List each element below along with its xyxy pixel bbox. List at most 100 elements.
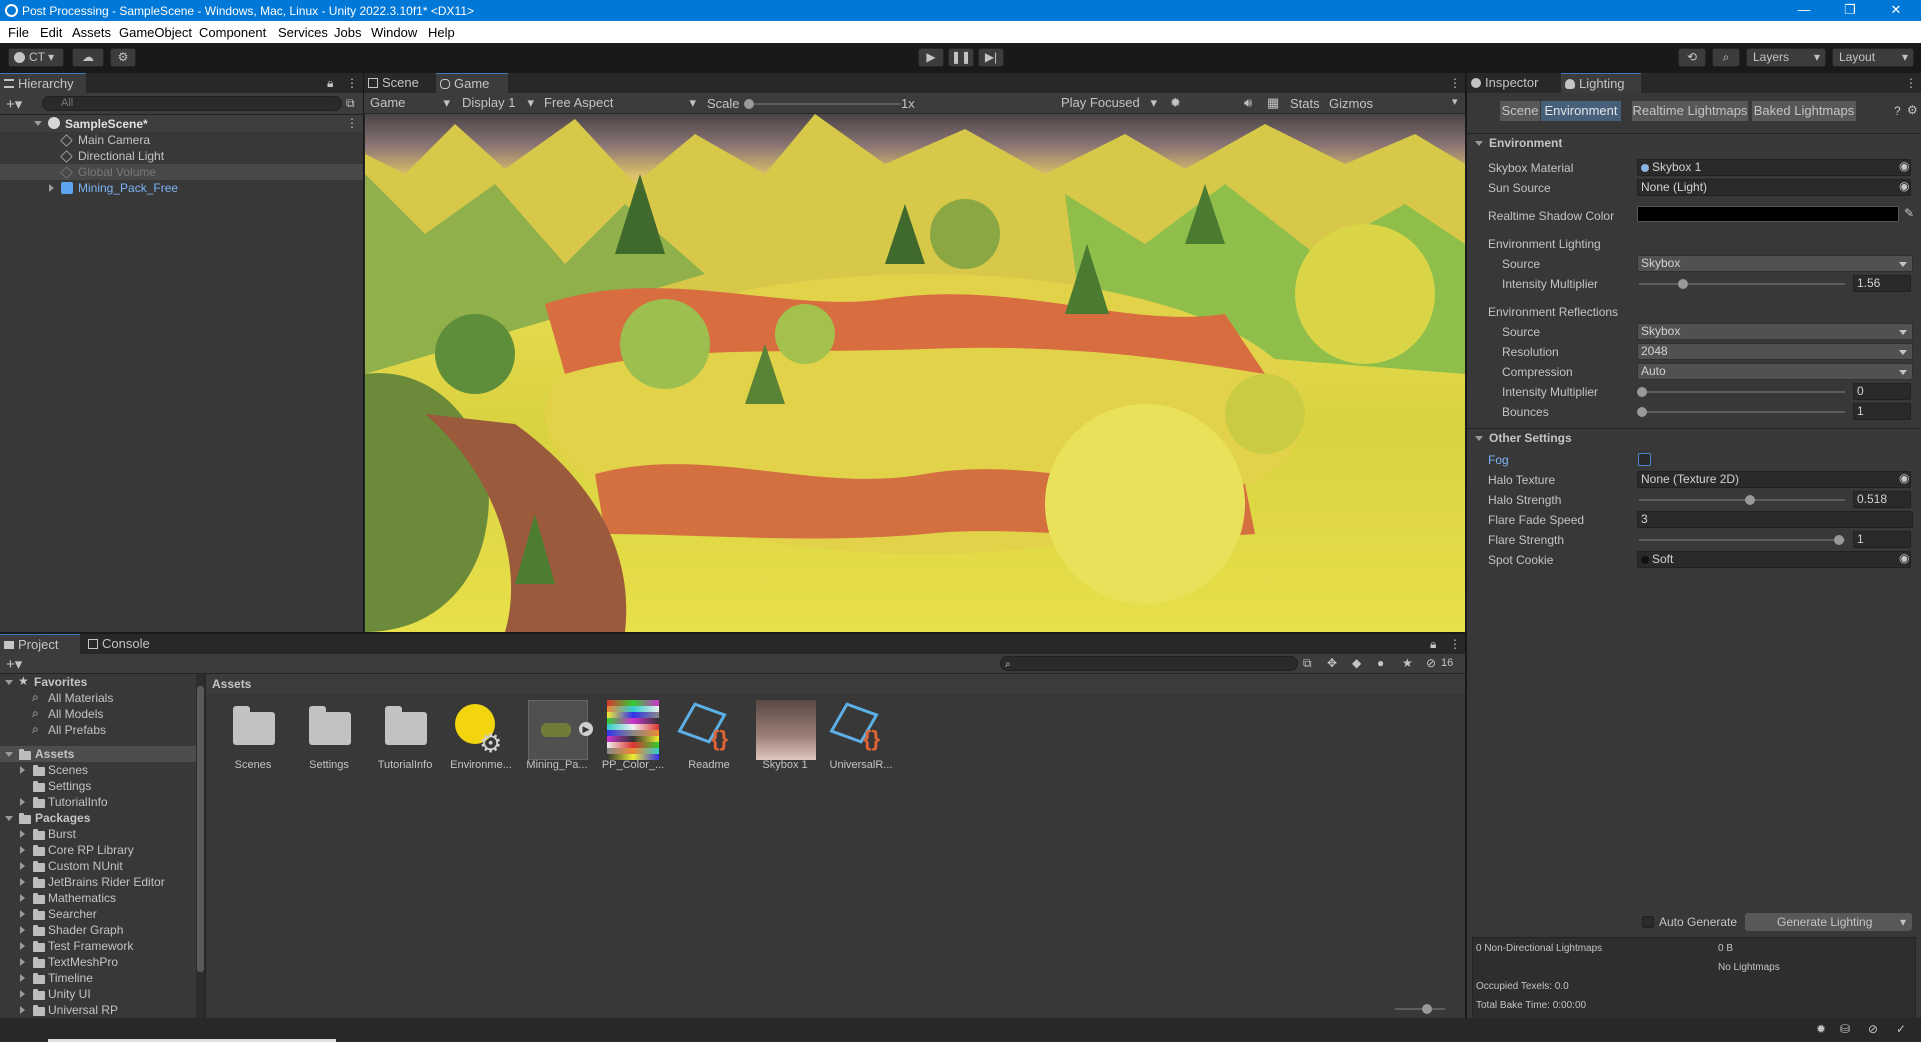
game-view-dropdown[interactable]: Game ▾ xyxy=(366,95,454,111)
tab-game[interactable]: Game xyxy=(436,73,508,93)
aspect-dropdown[interactable]: Free Aspect ▾ xyxy=(540,95,700,111)
tree-item[interactable]: JetBrains Rider Editor xyxy=(0,874,196,890)
tree-item[interactable]: Scenes xyxy=(0,762,196,778)
resolution-dropdown[interactable]: 2048 xyxy=(1637,343,1913,360)
scene-filter-icon[interactable]: ✥ xyxy=(1327,656,1337,670)
tree-scrollbar[interactable] xyxy=(196,674,205,1018)
eyedropper-icon[interactable]: ✎ xyxy=(1904,206,1914,220)
expand-arrow-icon[interactable] xyxy=(5,680,13,685)
pause-button[interactable]: ❚❚ xyxy=(948,48,974,67)
menu-jobs[interactable]: Jobs xyxy=(334,25,361,40)
icon-size-slider-knob[interactable] xyxy=(1422,1004,1432,1014)
tree-item[interactable]: ⌕ All Materials xyxy=(30,690,190,706)
tree-item[interactable]: Test Framework xyxy=(0,938,196,954)
tree-item[interactable]: Unity UI xyxy=(0,986,196,1002)
expand-arrow-icon[interactable] xyxy=(20,878,25,886)
auto-generate-checkbox[interactable] xyxy=(1642,916,1654,928)
asset-item[interactable]: Skybox 1 xyxy=(753,700,817,780)
flare-fade-field[interactable]: 3 xyxy=(1637,511,1913,528)
intensity-slider-knob[interactable] xyxy=(1678,279,1688,289)
expand-arrow-icon[interactable] xyxy=(20,846,25,854)
halo-texture-field[interactable]: None (Texture 2D) xyxy=(1637,471,1911,488)
view-kebab-icon[interactable]: ⋮ xyxy=(1449,76,1461,90)
expand-arrow-icon[interactable] xyxy=(20,894,25,902)
spot-cookie-field[interactable]: Soft xyxy=(1637,551,1911,568)
expand-arrow-icon[interactable] xyxy=(20,974,25,982)
foldout-arrow-icon[interactable] xyxy=(1475,141,1483,146)
tab-scene[interactable]: Scene xyxy=(364,73,436,93)
tree-item[interactable]: Universal RP xyxy=(0,1002,196,1018)
expand-arrow-icon[interactable] xyxy=(5,752,13,757)
asset-item[interactable]: {} UniversalR... xyxy=(829,700,893,780)
stats-button[interactable]: Stats xyxy=(1290,96,1320,111)
scene-kebab-icon[interactable]: ⋮ xyxy=(346,116,358,130)
tree-item[interactable]: Searcher xyxy=(0,906,196,922)
tab-lighting[interactable]: Lighting xyxy=(1561,73,1641,93)
lock-icon[interactable]: 🔒︎ xyxy=(327,76,333,91)
gizmos-button[interactable]: Gizmos xyxy=(1329,96,1373,111)
bounces-slider-knob[interactable] xyxy=(1637,407,1647,417)
menu-edit[interactable]: Edit xyxy=(40,25,62,40)
grid-icon[interactable]: ▦ xyxy=(1267,95,1279,111)
subtab-scene[interactable]: Scene xyxy=(1500,101,1540,121)
halo-strength-slider-track[interactable] xyxy=(1639,499,1845,501)
cloud-button[interactable]: ☁ xyxy=(72,48,104,67)
favorites-header[interactable]: ★ Favorites xyxy=(0,674,196,690)
collab-button[interactable]: ⚙ xyxy=(110,48,136,67)
expand-arrow-icon[interactable] xyxy=(20,926,25,934)
bounces-value-field[interactable]: 1 xyxy=(1853,403,1911,420)
tree-item[interactable]: Shader Graph xyxy=(0,922,196,938)
label-icon[interactable]: ◆ xyxy=(1352,656,1361,670)
warning-icon[interactable]: ● xyxy=(1377,656,1384,670)
favorite-star-icon[interactable]: ★ xyxy=(1402,656,1413,670)
scale-slider-track[interactable] xyxy=(746,103,901,105)
kebab-menu-icon[interactable]: ⋮ xyxy=(1449,637,1461,651)
packages-root[interactable]: Packages xyxy=(0,810,196,826)
tab-console[interactable]: Console xyxy=(84,634,164,654)
tree-item[interactable]: Settings xyxy=(0,778,196,794)
object-picker-icon[interactable]: ◉ xyxy=(1899,179,1909,193)
game-render-view[interactable] xyxy=(365,114,1465,632)
bug-icon[interactable]: ✹ xyxy=(1170,95,1181,111)
maximize-button[interactable]: ❐ xyxy=(1827,0,1873,21)
icon-size-slider-track[interactable] xyxy=(1395,1008,1445,1010)
intensity-slider-track[interactable] xyxy=(1639,283,1845,285)
tree-item[interactable]: TextMeshPro xyxy=(0,954,196,970)
menu-file[interactable]: File xyxy=(8,25,29,40)
sun-source-field[interactable]: None (Light) xyxy=(1637,179,1911,196)
shadow-color-swatch[interactable] xyxy=(1637,206,1899,222)
add-object-button[interactable]: +▾ xyxy=(6,95,22,113)
expand-arrow-icon[interactable] xyxy=(20,958,25,966)
hierarchy-item[interactable]: Main Camera xyxy=(0,132,363,148)
refl-intensity-value-field[interactable]: 0 xyxy=(1853,383,1911,400)
asset-item[interactable]: Scenes xyxy=(221,700,285,780)
expand-arrow-icon[interactable] xyxy=(20,862,25,870)
subtab-environment[interactable]: Environment xyxy=(1541,101,1621,121)
tree-item[interactable]: Burst xyxy=(0,826,196,842)
tree-item[interactable]: ⌕ All Prefabs xyxy=(30,722,190,738)
flare-strength-value-field[interactable]: 1 xyxy=(1853,531,1911,548)
menu-component[interactable]: Component xyxy=(199,25,266,40)
expand-arrow-icon[interactable] xyxy=(20,910,25,918)
foldout-arrow-icon[interactable] xyxy=(1475,436,1483,441)
asset-item[interactable]: ▶ Mining_Pa... xyxy=(525,700,593,780)
search-button[interactable]: ⌕ xyxy=(1712,48,1740,67)
settings-icon[interactable]: ⚙ xyxy=(1907,103,1918,117)
auto-lighting-icon[interactable]: ⊘ xyxy=(1868,1022,1878,1036)
expand-arrow-icon[interactable] xyxy=(20,798,25,806)
menu-window[interactable]: Window xyxy=(371,25,417,40)
search-by-type-icon[interactable]: ⧉ xyxy=(1303,656,1312,671)
compression-dropdown[interactable]: Auto xyxy=(1637,363,1913,380)
expand-arrow-icon[interactable] xyxy=(20,942,25,950)
object-picker-icon[interactable]: ◉ xyxy=(1899,471,1909,485)
scale-slider-knob[interactable] xyxy=(744,99,754,109)
chevron-down-icon[interactable]: ▾ xyxy=(1900,913,1906,931)
flare-strength-slider-track[interactable] xyxy=(1639,539,1845,541)
asset-item[interactable]: {} Readme xyxy=(677,700,741,780)
play-focused-dropdown[interactable]: Play Focused ▾ xyxy=(1057,95,1161,111)
inspector-kebab-icon[interactable]: ⋮ xyxy=(1905,76,1917,90)
asset-item[interactable]: ⚙ Environme... xyxy=(449,700,513,780)
hidden-packages-icon[interactable]: ⊘ xyxy=(1426,656,1436,670)
refl-intensity-slider-knob[interactable] xyxy=(1637,387,1647,397)
bounces-slider-track[interactable] xyxy=(1639,411,1845,413)
